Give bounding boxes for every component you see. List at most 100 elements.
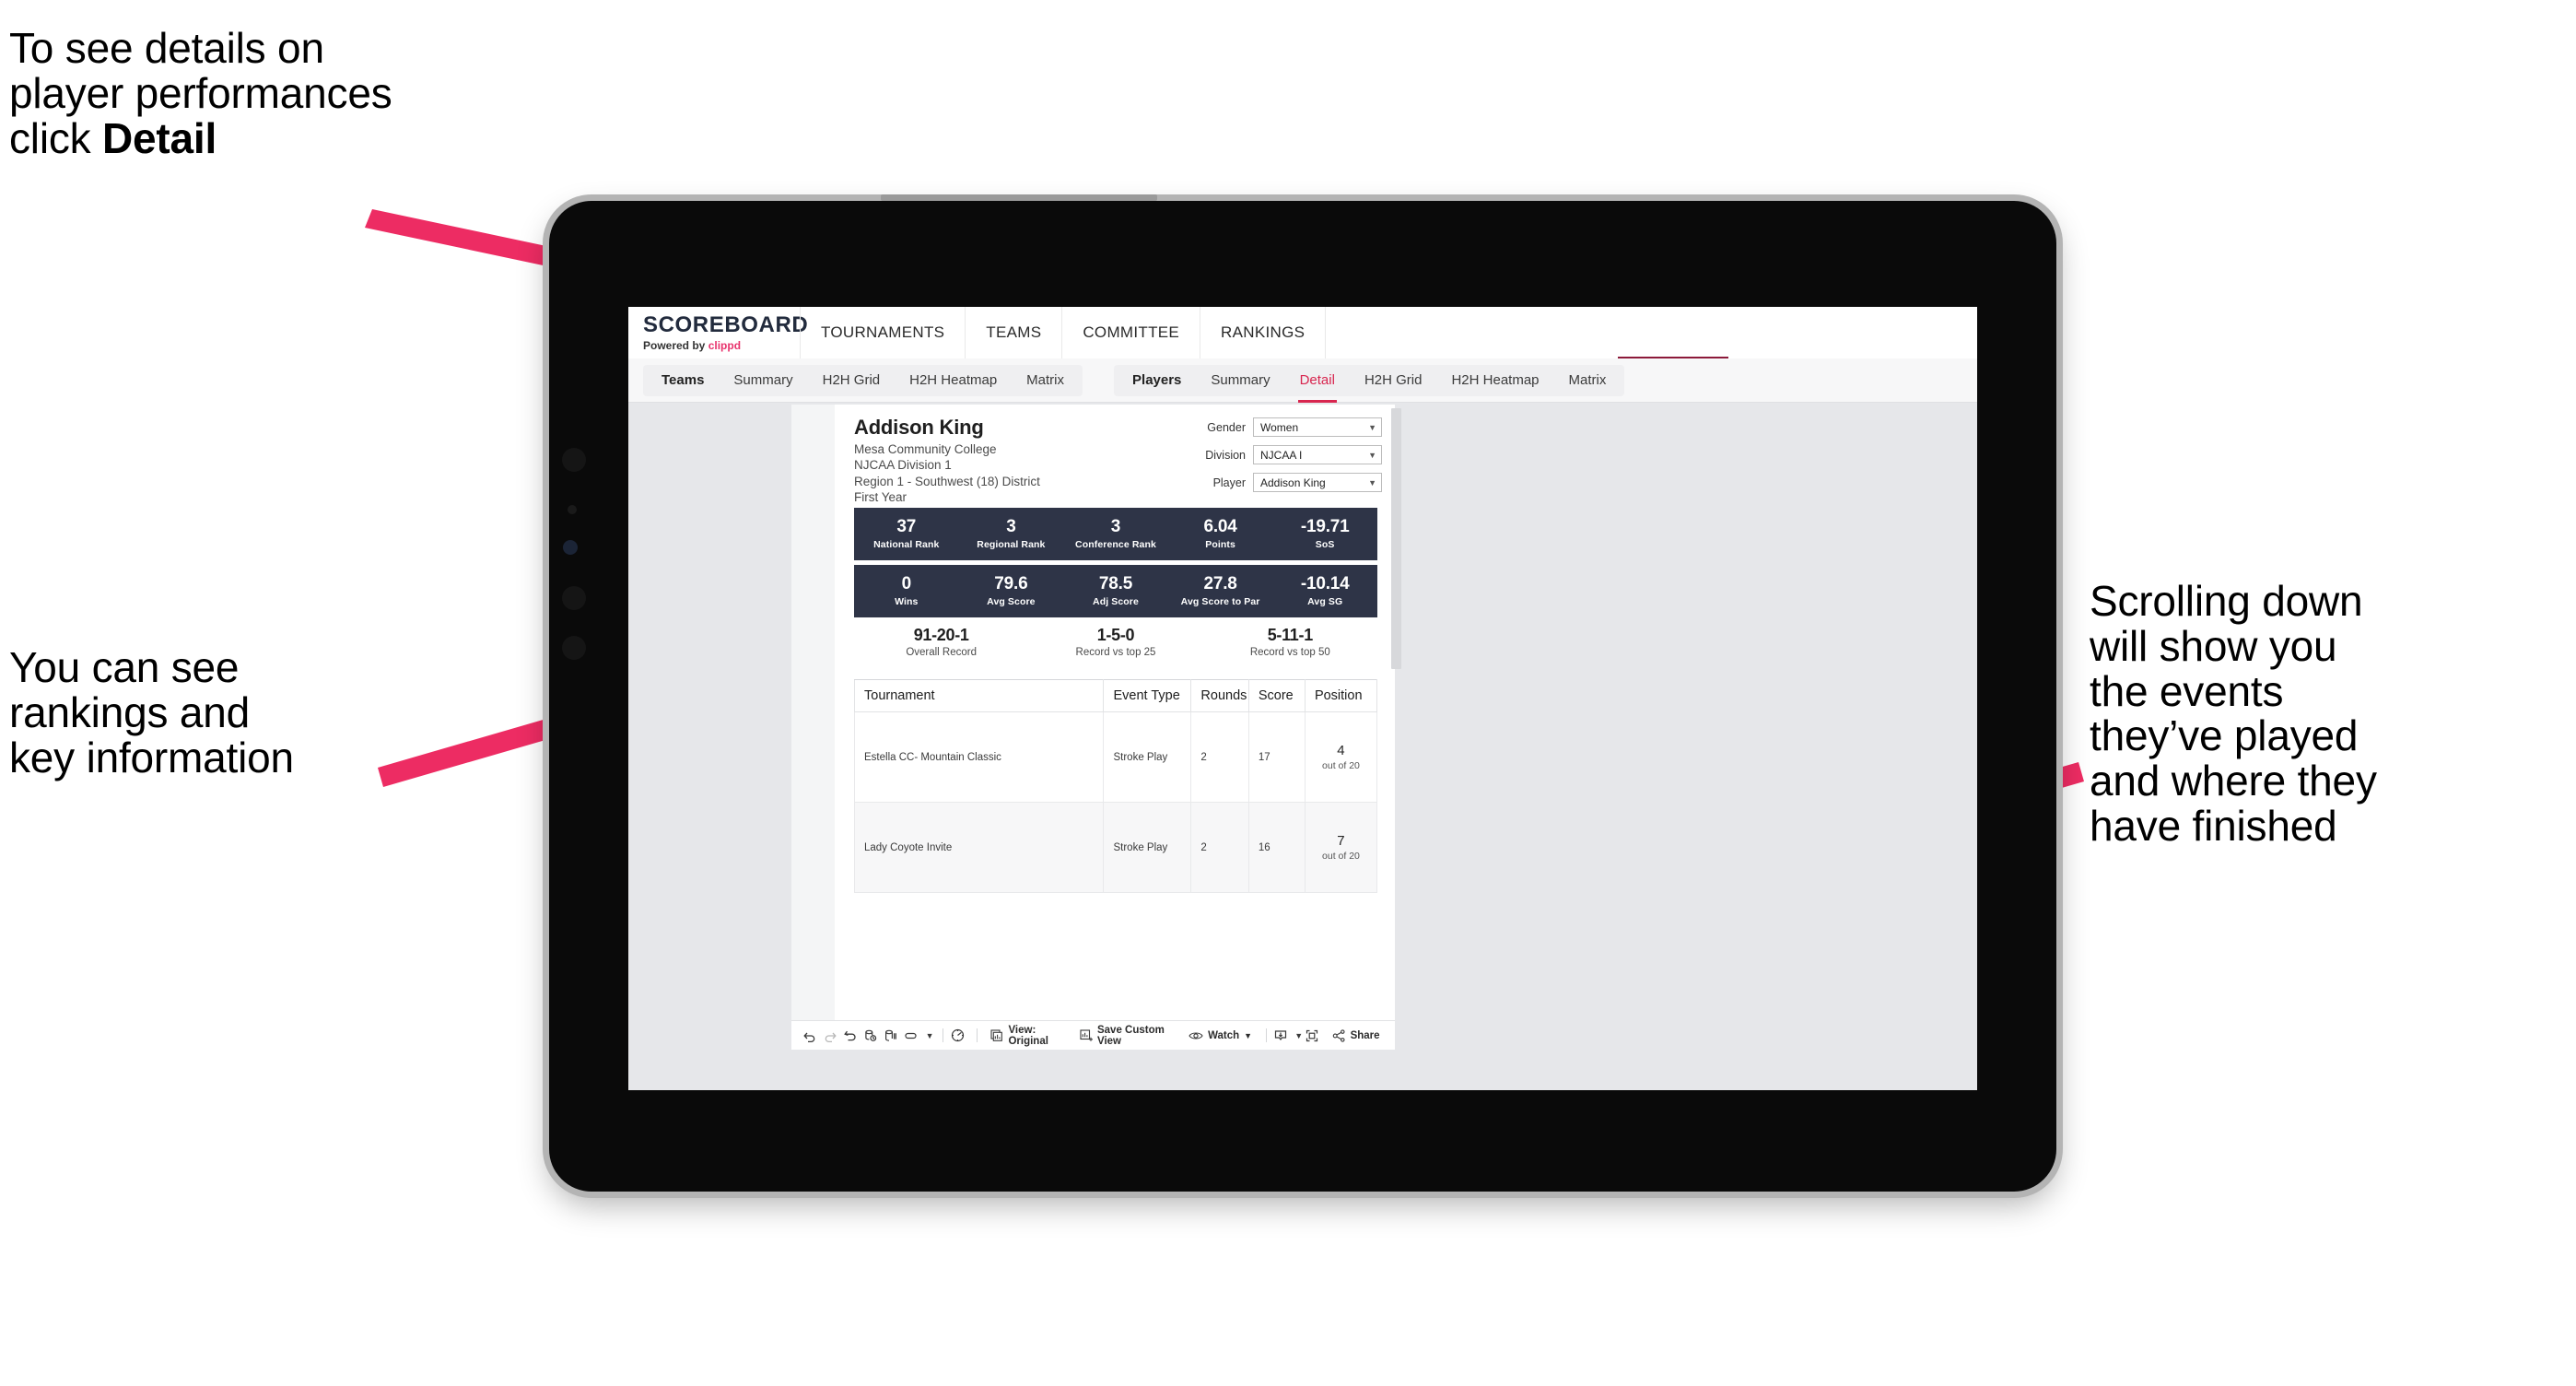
tab-players-summary[interactable]: Summary	[1196, 365, 1284, 396]
dashboard-content: Addison King Mesa Community College NJCA…	[835, 405, 1395, 1020]
share-label: Share	[1350, 1029, 1380, 1041]
table-row[interactable]: Lady Coyote Invite Stroke Play 2 16 7 ou…	[853, 802, 1378, 893]
stat-label: Avg Score to Par	[1180, 595, 1260, 607]
filter-select-division[interactable]: NJCAA I ▼	[1253, 445, 1382, 464]
tab-players-detail[interactable]: Detail	[1285, 365, 1350, 403]
tablet-camera-dot	[562, 448, 586, 472]
download-caret[interactable]: ▼	[1294, 1031, 1305, 1040]
chevron-down-icon: ▼	[1368, 422, 1376, 432]
save-view-icon	[1080, 1028, 1093, 1042]
stat-value: -10.14	[1300, 574, 1350, 594]
eye-icon	[1188, 1030, 1203, 1041]
tab-players[interactable]: Players	[1118, 365, 1196, 396]
toolbar-divider	[1266, 1028, 1267, 1042]
undo-icon[interactable]	[802, 1028, 823, 1043]
cell-position: 7 out of 20	[1304, 802, 1378, 893]
record-vs-top-25: 1-5-0 Record vs top 25	[1028, 626, 1202, 658]
record-label: Overall Record	[906, 647, 978, 658]
cell-rounds: 2	[1190, 802, 1249, 893]
redo-icon[interactable]	[823, 1028, 843, 1043]
tab-players-matrix[interactable]: Matrix	[1554, 365, 1622, 396]
stat-points: 6.04 Points	[1168, 517, 1273, 550]
column-header-rounds[interactable]: Rounds	[1190, 679, 1249, 712]
main-navigation: TOURNAMENTS TEAMS COMMITTEE RANKINGS	[800, 307, 1327, 358]
filter-value-player: Addison King	[1260, 476, 1326, 489]
pause-data-icon[interactable]	[884, 1028, 904, 1043]
dashboard-sheet: Addison King Mesa Community College NJCA…	[791, 405, 1395, 1050]
record-vs-top-50: 5-11-1 Record vs top 50	[1203, 626, 1377, 658]
highlight-icon[interactable]	[950, 1028, 970, 1043]
stat-label: Wins	[895, 595, 919, 607]
fullscreen-icon[interactable]	[1305, 1028, 1325, 1043]
tab-teams-summary[interactable]: Summary	[719, 365, 807, 396]
stat-national-rank: 37 National Rank	[854, 517, 959, 550]
column-header-tournament[interactable]: Tournament	[853, 679, 1105, 712]
tablet-power-button	[881, 194, 1157, 201]
view-original-label: View: Original	[1008, 1024, 1048, 1047]
stat-label: Conference Rank	[1075, 538, 1156, 550]
stat-value: 79.6	[994, 574, 1028, 594]
view-icon	[990, 1028, 1003, 1042]
filter-value-gender: Women	[1260, 420, 1299, 434]
view-original-button[interactable]: View: Original	[983, 1025, 1072, 1047]
tab-players-h2h-grid[interactable]: H2H Grid	[1350, 365, 1437, 396]
share-icon	[1332, 1028, 1346, 1042]
tab-teams-h2h-heatmap[interactable]: H2H Heatmap	[895, 365, 1012, 396]
save-custom-view-button[interactable]: Save Custom View	[1072, 1025, 1181, 1047]
nav-item-committee[interactable]: COMMITTEE	[1061, 307, 1200, 358]
dashboard-scrollbar[interactable]	[1391, 408, 1401, 669]
filter-select-player[interactable]: Addison King ▼	[1253, 473, 1382, 492]
browser-viewport: SCOREBOARD Powered by clippd TOURNAMENTS…	[628, 307, 1977, 1090]
teams-tab-group: Teams Summary H2H Grid H2H Heatmap Matri…	[643, 364, 1083, 396]
pan-icon[interactable]	[903, 1028, 923, 1043]
toolbar-divider	[976, 1028, 978, 1042]
column-header-position[interactable]: Position	[1304, 679, 1378, 712]
nav-item-tournaments[interactable]: TOURNAMENTS	[800, 307, 965, 358]
table-row[interactable]: Estella CC- Mountain Classic Stroke Play…	[853, 711, 1378, 803]
cell-event-type: Stroke Play	[1103, 711, 1192, 803]
stat-regional-rank: 3 Regional Rank	[959, 517, 1064, 550]
cell-position: 4 out of 20	[1304, 711, 1378, 803]
pan-dropdown-caret[interactable]: ▼	[923, 1031, 936, 1040]
filter-panel: Gender Women ▼ Division NJCAA I ▼ Player…	[1170, 417, 1382, 500]
filter-row-division: Division NJCAA I ▼	[1170, 445, 1382, 464]
stat-avg-score-to-par: 27.8 Avg Score to Par	[1168, 574, 1273, 607]
download-icon[interactable]	[1273, 1028, 1294, 1043]
stats-bar-rankings: 37 National Rank 3 Regional Rank 3 Confe…	[854, 508, 1377, 560]
filter-row-gender: Gender Women ▼	[1170, 417, 1382, 437]
column-header-event-type[interactable]: Event Type	[1103, 679, 1192, 712]
share-button[interactable]: Share	[1325, 1028, 1388, 1042]
stat-value: 3	[1110, 517, 1121, 537]
nav-item-teams[interactable]: TEAMS	[965, 307, 1061, 358]
stat-value: 6.04	[1203, 517, 1237, 537]
scoreboard-logo[interactable]: SCOREBOARD Powered by clippd	[628, 313, 808, 352]
position-label: out of 20	[1322, 851, 1360, 862]
sub-tab-strip: Teams Summary H2H Grid H2H Heatmap Matri…	[628, 358, 1977, 403]
refresh-data-icon[interactable]	[863, 1028, 884, 1043]
tab-teams[interactable]: Teams	[647, 365, 719, 396]
table-header-row: Tournament Event Type Rounds Score Posit…	[853, 679, 1378, 712]
stat-value: 0	[901, 574, 912, 594]
cell-tournament: Estella CC- Mountain Classic	[853, 711, 1105, 803]
player-school: Mesa Community College	[854, 441, 997, 456]
nav-item-rankings[interactable]: RANKINGS	[1200, 307, 1327, 358]
watch-button[interactable]: Watch ▼	[1181, 1030, 1259, 1041]
record-value: 1-5-0	[1096, 626, 1135, 644]
stat-avg-score: 79.6 Avg Score	[959, 574, 1064, 607]
tab-teams-h2h-grid[interactable]: H2H Grid	[808, 365, 896, 396]
filter-value-division: NJCAA I	[1260, 448, 1303, 462]
stat-wins: 0 Wins	[854, 574, 959, 607]
tab-players-h2h-heatmap[interactable]: H2H Heatmap	[1436, 365, 1553, 396]
stat-label: SoS	[1315, 538, 1335, 550]
filter-label-player: Player	[1212, 476, 1246, 489]
tablet-sensor-dot	[568, 505, 577, 514]
stat-value: 3	[1006, 517, 1016, 537]
revert-icon[interactable]	[843, 1028, 863, 1043]
column-header-score[interactable]: Score	[1247, 679, 1306, 712]
clippd-name: clippd	[708, 338, 742, 352]
stat-label: Regional Rank	[977, 538, 1046, 550]
chevron-down-icon: ▼	[1368, 477, 1376, 487]
powered-prefix: Powered by	[643, 338, 708, 352]
filter-select-gender[interactable]: Women ▼	[1253, 417, 1382, 437]
tab-teams-matrix[interactable]: Matrix	[1012, 365, 1079, 396]
